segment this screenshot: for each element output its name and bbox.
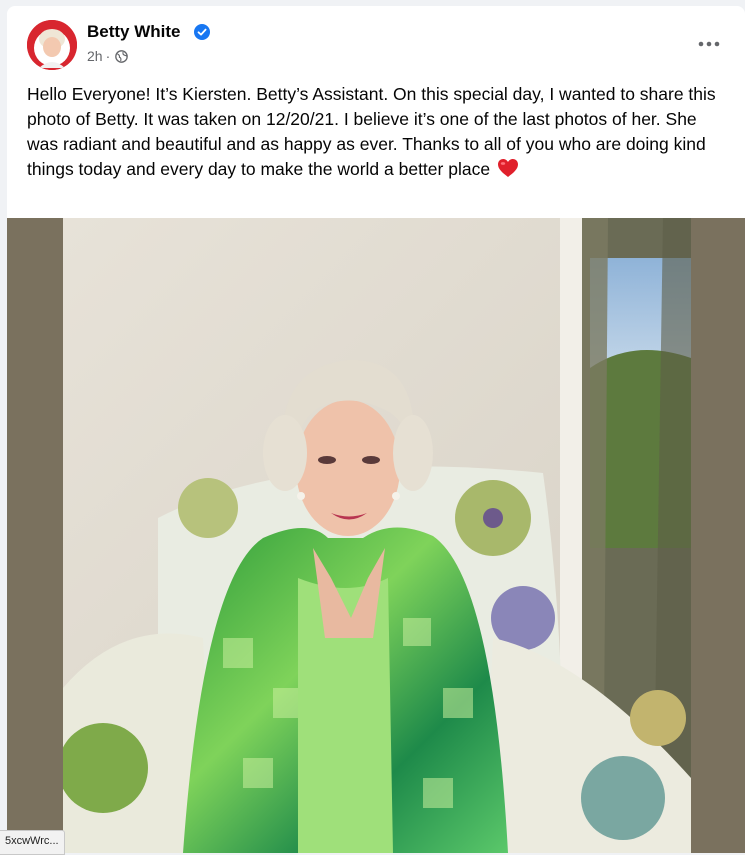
- meta-separator: ·: [105, 48, 111, 64]
- photo-image: [63, 218, 691, 853]
- red-heart-icon: [497, 159, 518, 177]
- post-photo[interactable]: [7, 218, 745, 853]
- post-timestamp[interactable]: 2h: [87, 48, 103, 64]
- verified-badge-icon: [194, 24, 210, 40]
- post-message: Hello Everyone! It’s Kiersten. Betty’s A…: [27, 84, 716, 179]
- more-options-icon: [698, 41, 720, 47]
- post-body: Hello Everyone! It’s Kiersten. Betty’s A…: [27, 82, 727, 182]
- browser-status-url: 5xcwWrc...: [0, 830, 65, 855]
- post-card: Betty White 2h · Hello Everyone! It’s Ki…: [7, 6, 745, 853]
- more-options-button[interactable]: [691, 30, 727, 58]
- author-name[interactable]: Betty White: [87, 22, 181, 42]
- post-header: Betty White 2h ·: [7, 6, 745, 72]
- globe-icon[interactable]: [115, 49, 129, 63]
- avatar-image: [27, 20, 77, 70]
- post-meta: 2h ·: [87, 48, 129, 64]
- profile-avatar[interactable]: [27, 20, 77, 70]
